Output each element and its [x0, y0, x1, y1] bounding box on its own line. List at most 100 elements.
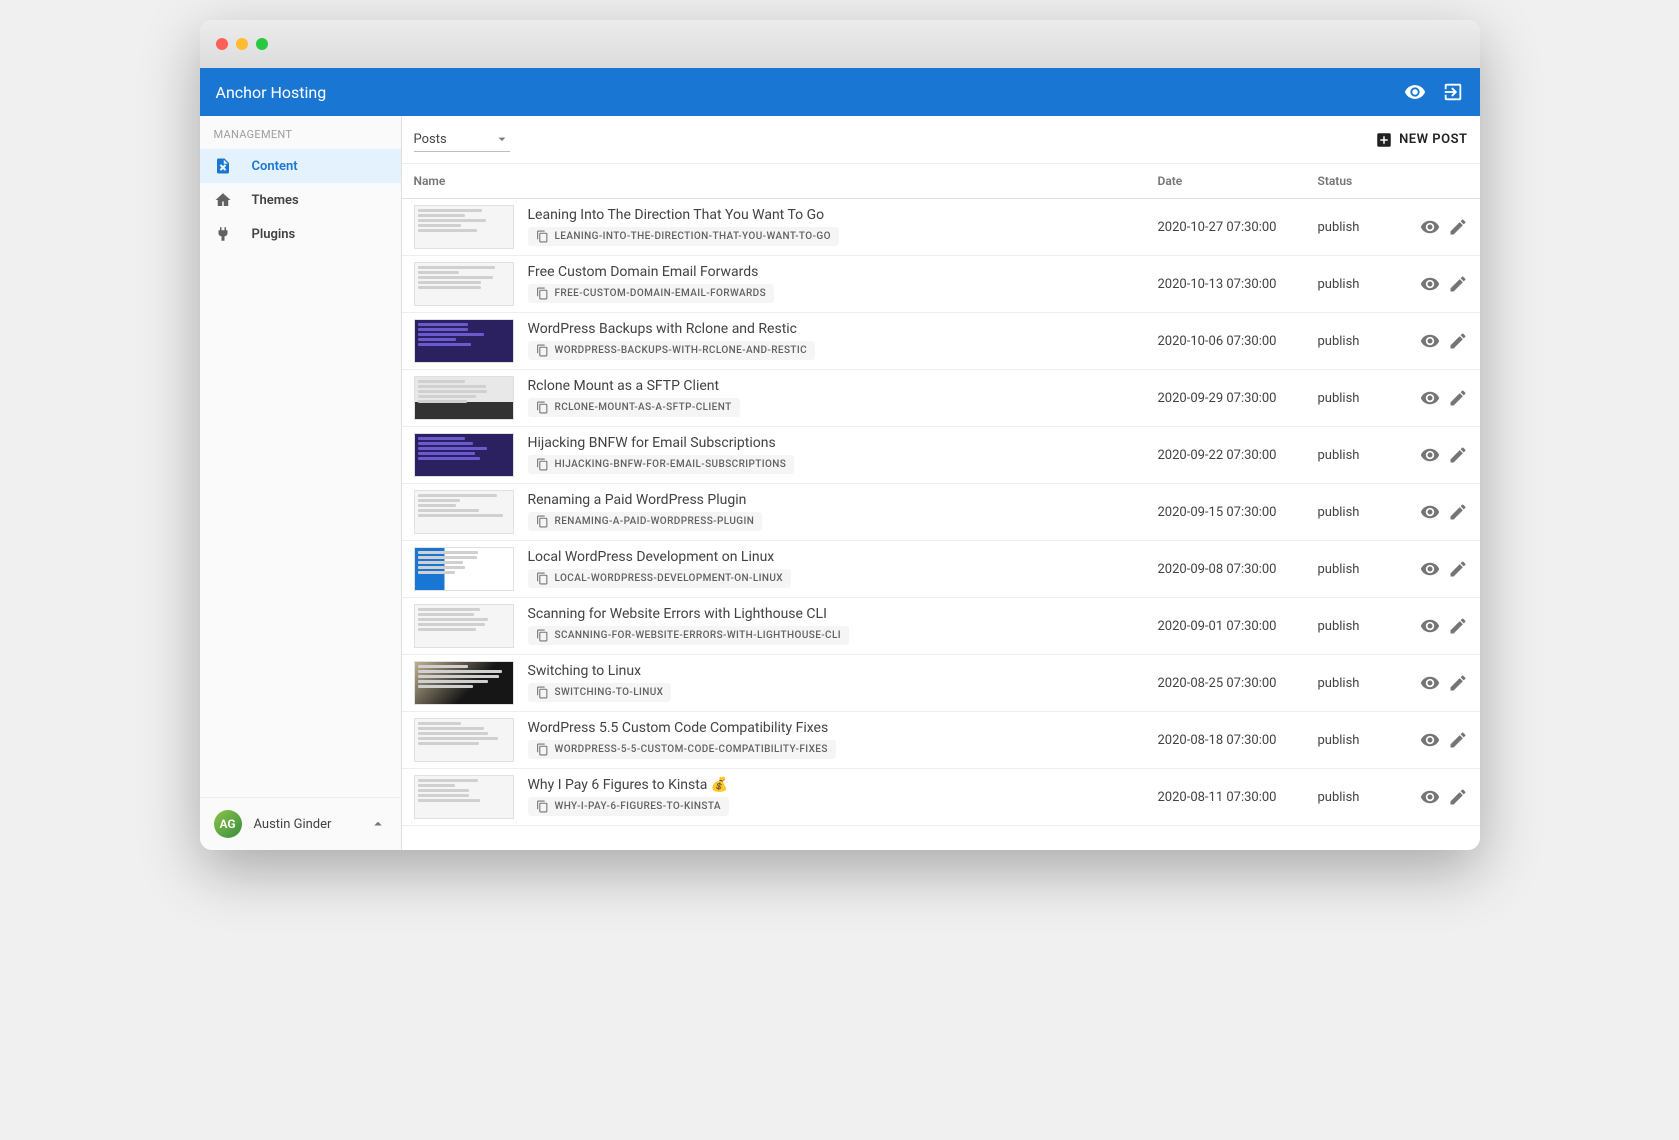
- view-icon[interactable]: [1420, 673, 1440, 693]
- edit-icon[interactable]: [1448, 616, 1468, 636]
- content-type-select[interactable]: Posts: [414, 127, 510, 152]
- slug-text: LEANING-INTO-THE-DIRECTION-THAT-YOU-WANT…: [555, 231, 831, 242]
- edit-icon[interactable]: [1448, 502, 1468, 522]
- app-window: Anchor Hosting MANAGEMENT Content Themes…: [200, 20, 1480, 850]
- window-minimize-button[interactable]: [236, 38, 248, 50]
- slug-chip[interactable]: FREE-CUSTOM-DOMAIN-EMAIL-FORWARDS: [528, 284, 775, 303]
- visibility-icon[interactable]: [1404, 81, 1426, 103]
- sidebar-item-plugins[interactable]: Plugins: [200, 217, 401, 251]
- table-row: Hijacking BNFW for Email SubscriptionsHI…: [402, 427, 1480, 484]
- edit-icon[interactable]: [1448, 388, 1468, 408]
- slug-chip[interactable]: SCANNING-FOR-WEBSITE-ERRORS-WITH-LIGHTHO…: [528, 626, 850, 645]
- table-row: Rclone Mount as a SFTP Client RCLONE-MOUN…: [402, 370, 1480, 427]
- copy-icon[interactable]: [536, 743, 549, 756]
- post-info: Scanning for Website Errors with Lightho…: [528, 606, 1158, 646]
- slug-chip[interactable]: SWITCHING-TO-LINUX: [528, 683, 672, 702]
- row-actions: [1398, 787, 1468, 807]
- slug-chip[interactable]: LOCAL-WORDPRESS-DEVELOPMENT-ON-LINUX: [528, 569, 792, 588]
- slug-text: LOCAL-WORDPRESS-DEVELOPMENT-ON-LINUX: [555, 573, 784, 584]
- slug-chip[interactable]: HIJACKING-BNFW-FOR-EMAIL-SUBSCRIPTIONS: [528, 455, 795, 474]
- sidebar-item-themes[interactable]: Themes: [200, 183, 401, 217]
- copy-icon[interactable]: [536, 800, 549, 813]
- copy-icon[interactable]: [536, 686, 549, 699]
- slug-chip[interactable]: RCLONE-MOUNT-AS-A-SFTP-CLIENT: [528, 398, 740, 417]
- post-status: publish: [1318, 733, 1398, 748]
- copy-icon[interactable]: [536, 287, 549, 300]
- post-thumbnail: [414, 205, 514, 249]
- view-icon[interactable]: [1420, 502, 1440, 522]
- post-status: publish: [1318, 448, 1398, 463]
- select-value: Posts: [414, 132, 447, 147]
- window-close-button[interactable]: [216, 38, 228, 50]
- edit-icon[interactable]: [1448, 730, 1468, 750]
- post-title: Leaning Into The Direction That You Want…: [528, 207, 1158, 223]
- post-title: Local WordPress Development on Linux: [528, 549, 1158, 565]
- view-icon[interactable]: [1420, 787, 1440, 807]
- table-row: Leaning Into The Direction That You Want…: [402, 199, 1480, 256]
- table-row: Renaming a Paid WordPress PluginRENAMING…: [402, 484, 1480, 541]
- row-actions: [1398, 616, 1468, 636]
- copy-icon[interactable]: [536, 230, 549, 243]
- sidebar-item-content[interactable]: Content: [200, 149, 401, 183]
- edit-icon[interactable]: [1448, 673, 1468, 693]
- post-status: publish: [1318, 391, 1398, 406]
- post-status: publish: [1318, 334, 1398, 349]
- edit-icon[interactable]: [1448, 559, 1468, 579]
- copy-icon[interactable]: [536, 401, 549, 414]
- post-info: Why I Pay 6 Figures to Kinsta 💰WHY-I-PAY…: [528, 777, 1158, 817]
- slug-chip[interactable]: WORDPRESS-BACKUPS-WITH-RCLONE-AND-RESTIC: [528, 341, 816, 360]
- row-actions: [1398, 730, 1468, 750]
- view-icon[interactable]: [1420, 445, 1440, 465]
- view-icon[interactable]: [1420, 616, 1440, 636]
- post-title: Scanning for Website Errors with Lightho…: [528, 606, 1158, 622]
- column-date: Date: [1158, 174, 1318, 188]
- post-info: Free Custom Domain Email Forwards FREE-CU…: [528, 264, 1158, 304]
- post-thumbnail: [414, 319, 514, 363]
- table-row: WordPress 5.5 Custom Code Compatibility …: [402, 712, 1480, 769]
- post-date: 2020-09-29 07:30:00: [1158, 391, 1318, 406]
- post-thumbnail: [414, 604, 514, 648]
- view-icon[interactable]: [1420, 559, 1440, 579]
- post-title: Free Custom Domain Email Forwards: [528, 264, 1158, 280]
- table-row: WordPress Backups with Rclone and Restic…: [402, 313, 1480, 370]
- edit-icon[interactable]: [1448, 445, 1468, 465]
- copy-icon[interactable]: [536, 458, 549, 471]
- view-icon[interactable]: [1420, 217, 1440, 237]
- exit-icon[interactable]: [1442, 81, 1464, 103]
- window-zoom-button[interactable]: [256, 38, 268, 50]
- view-icon[interactable]: [1420, 274, 1440, 294]
- slug-chip[interactable]: WHY-I-PAY-6-FIGURES-TO-KINSTA: [528, 797, 729, 816]
- post-date: 2020-10-13 07:30:00: [1158, 277, 1318, 292]
- post-title: Rclone Mount as a SFTP Client: [528, 378, 1158, 394]
- view-icon[interactable]: [1420, 331, 1440, 351]
- sidebar: MANAGEMENT Content Themes Plugins AG Aus…: [200, 116, 402, 850]
- slug-chip[interactable]: LEANING-INTO-THE-DIRECTION-THAT-YOU-WANT…: [528, 227, 839, 246]
- edit-icon[interactable]: [1448, 274, 1468, 294]
- slug-text: HIJACKING-BNFW-FOR-EMAIL-SUBSCRIPTIONS: [555, 459, 787, 470]
- user-menu[interactable]: AG Austin Ginder: [200, 797, 401, 850]
- app-title: Anchor Hosting: [216, 83, 327, 102]
- column-status: Status: [1318, 174, 1398, 188]
- slug-text: WORDPRESS-5-5-CUSTOM-CODE-COMPATIBILITY-…: [555, 744, 828, 755]
- new-post-button[interactable]: NEW POST: [1375, 131, 1467, 149]
- user-name: Austin Ginder: [254, 817, 332, 832]
- post-status: publish: [1318, 619, 1398, 634]
- edit-icon[interactable]: [1448, 787, 1468, 807]
- post-info: Local WordPress Development on Linux LOCA…: [528, 549, 1158, 589]
- copy-icon[interactable]: [536, 344, 549, 357]
- post-info: Hijacking BNFW for Email SubscriptionsHI…: [528, 435, 1158, 475]
- dropdown-icon: [494, 131, 510, 147]
- slug-text: RCLONE-MOUNT-AS-A-SFTP-CLIENT: [555, 402, 732, 413]
- slug-text: SWITCHING-TO-LINUX: [555, 687, 664, 698]
- post-thumbnail: [414, 661, 514, 705]
- edit-icon[interactable]: [1448, 331, 1468, 351]
- view-icon[interactable]: [1420, 730, 1440, 750]
- copy-icon[interactable]: [536, 515, 549, 528]
- copy-icon[interactable]: [536, 572, 549, 585]
- slug-chip[interactable]: WORDPRESS-5-5-CUSTOM-CODE-COMPATIBILITY-…: [528, 740, 836, 759]
- slug-chip[interactable]: RENAMING-A-PAID-WORDPRESS-PLUGIN: [528, 512, 763, 531]
- edit-icon[interactable]: [1448, 217, 1468, 237]
- view-icon[interactable]: [1420, 388, 1440, 408]
- copy-icon[interactable]: [536, 629, 549, 642]
- post-date: 2020-10-06 07:30:00: [1158, 334, 1318, 349]
